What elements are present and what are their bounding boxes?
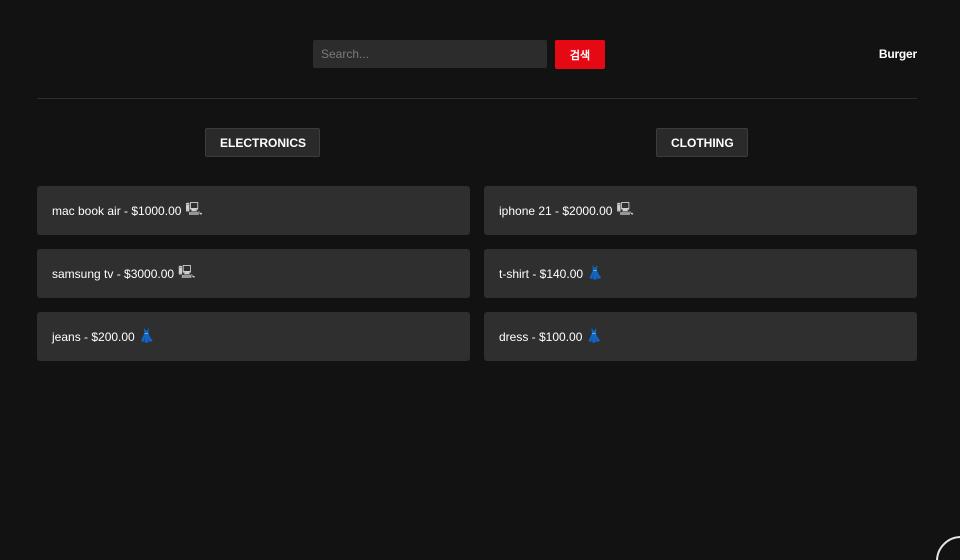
app-page: 검색 Burger ELECTRONICS CLOTHING mac book … <box>0 0 960 560</box>
computer-icon: 🖳 <box>178 264 196 280</box>
search-button[interactable]: 검색 <box>555 40 605 69</box>
product-card-jeans[interactable]: jeans - $200.00 👗 <box>37 312 470 361</box>
product-card-t-shirt[interactable]: t-shirt - $140.00 👗 <box>484 249 917 298</box>
product-label: mac book air - $1000.00 <box>52 203 182 218</box>
search-input[interactable] <box>313 40 547 68</box>
category-electronics-button[interactable]: ELECTRONICS <box>205 128 320 157</box>
category-clothing-button[interactable]: CLOTHING <box>656 128 748 157</box>
product-grid: mac book air - $1000.00 🖳 iphone 21 - $2… <box>37 186 917 361</box>
computer-icon: 🖳 <box>616 201 634 217</box>
dress-icon: 👗 <box>587 266 604 281</box>
product-card-iphone-21[interactable]: iphone 21 - $2000.00 🖳 <box>484 186 917 235</box>
product-label: dress - $100.00 <box>499 329 583 344</box>
product-label: samsung tv - $3000.00 <box>52 266 175 281</box>
dress-icon: 👗 <box>138 329 155 344</box>
burger-menu-button[interactable]: Burger <box>879 47 917 61</box>
dress-icon: 👗 <box>586 329 603 344</box>
product-card-dress[interactable]: dress - $100.00 👗 <box>484 312 917 361</box>
computer-icon: 🖳 <box>185 201 203 217</box>
product-label: jeans - $200.00 <box>52 329 135 344</box>
product-card-samsung-tv[interactable]: samsung tv - $3000.00 🖳 <box>37 249 470 298</box>
floating-action-circle[interactable] <box>936 536 960 560</box>
product-label: t-shirt - $140.00 <box>499 266 584 281</box>
product-card-mac-book-air[interactable]: mac book air - $1000.00 🖳 <box>37 186 470 235</box>
product-label: iphone 21 - $2000.00 <box>499 203 613 218</box>
header-divider <box>37 98 917 99</box>
